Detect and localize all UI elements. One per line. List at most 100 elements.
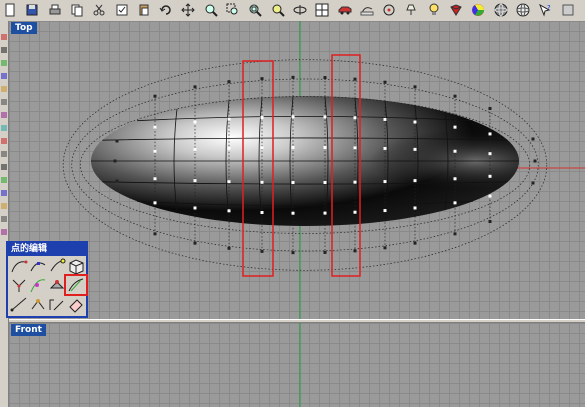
control-point[interactable]	[453, 201, 457, 205]
control-point[interactable]	[413, 206, 417, 210]
control-point[interactable]	[383, 180, 387, 184]
control-point[interactable]	[488, 152, 492, 156]
grid-snap-icon[interactable]	[381, 2, 397, 18]
control-point[interactable]	[227, 246, 231, 250]
left-tool-16-icon[interactable]	[0, 222, 8, 235]
eraser-icon[interactable]	[66, 295, 86, 313]
control-point[interactable]	[260, 180, 264, 184]
control-point[interactable]	[383, 246, 387, 250]
control-point[interactable]	[153, 125, 157, 129]
copy-icon[interactable]	[69, 2, 85, 18]
control-point[interactable]	[193, 85, 197, 89]
control-point[interactable]	[193, 147, 197, 151]
control-point[interactable]	[115, 139, 119, 143]
light-icon[interactable]	[403, 2, 419, 18]
control-point[interactable]	[383, 209, 387, 213]
control-point[interactable]	[488, 106, 492, 110]
left-tool-13-icon[interactable]	[0, 183, 8, 196]
control-point[interactable]	[193, 241, 197, 245]
left-tool-10-icon[interactable]	[0, 144, 8, 157]
pan-icon[interactable]	[180, 2, 196, 18]
line-icon[interactable]	[9, 295, 29, 313]
settings-sphere-icon[interactable]	[515, 2, 531, 18]
color-wheel-icon[interactable]	[470, 2, 486, 18]
control-point[interactable]	[413, 179, 417, 183]
new-file-icon[interactable]	[2, 2, 18, 18]
control-point[interactable]	[353, 116, 357, 120]
control-point[interactable]	[153, 177, 157, 181]
top-viewport-canvas[interactable]	[9, 21, 585, 319]
control-point[interactable]	[453, 125, 457, 129]
control-point[interactable]	[323, 250, 327, 254]
control-point[interactable]	[353, 146, 357, 150]
select-icon[interactable]	[114, 2, 130, 18]
control-point[interactable]	[291, 115, 295, 119]
control-point[interactable]	[531, 181, 535, 185]
car-icon[interactable]	[337, 2, 353, 18]
top-viewport[interactable]: Top	[9, 21, 585, 319]
handle-icon[interactable]	[47, 257, 67, 275]
control-point[interactable]	[323, 180, 327, 184]
sphere-icon[interactable]	[493, 2, 509, 18]
curve-point-icon[interactable]	[9, 257, 29, 275]
undo-icon[interactable]	[158, 2, 174, 18]
paste-icon[interactable]	[136, 2, 152, 18]
control-point[interactable]	[453, 94, 457, 98]
front-viewport-canvas[interactable]	[9, 323, 585, 407]
control-point[interactable]	[383, 80, 387, 84]
control-point[interactable]	[413, 85, 417, 89]
control-point[interactable]	[531, 137, 535, 141]
control-point[interactable]	[153, 149, 157, 153]
control-point[interactable]	[227, 117, 231, 121]
render-icon[interactable]	[448, 2, 464, 18]
zoom-selected-icon[interactable]	[270, 2, 286, 18]
control-point[interactable]	[413, 147, 417, 151]
control-point[interactable]	[193, 179, 197, 183]
control-point[interactable]	[227, 146, 231, 150]
control-point[interactable]	[260, 77, 264, 81]
control-point[interactable]	[260, 146, 264, 150]
control-point[interactable]	[153, 232, 157, 236]
control-point[interactable]	[488, 194, 492, 198]
print-icon[interactable]	[47, 2, 63, 18]
control-point[interactable]	[323, 76, 327, 80]
control-point[interactable]	[115, 179, 119, 183]
left-tool-14-icon[interactable]	[0, 196, 8, 209]
control-point[interactable]	[533, 159, 537, 163]
scale-icon[interactable]	[28, 295, 48, 313]
control-point[interactable]	[413, 241, 417, 245]
control-point[interactable]	[153, 201, 157, 205]
cut-icon[interactable]	[91, 2, 107, 18]
panel-title[interactable]: 点的编辑	[8, 243, 86, 256]
control-point[interactable]	[353, 77, 357, 81]
left-tool-15-icon[interactable]	[0, 209, 8, 222]
control-point[interactable]	[413, 120, 417, 124]
control-point[interactable]	[383, 117, 387, 121]
front-viewport[interactable]: Front	[9, 323, 585, 407]
left-tool-7-icon[interactable]	[0, 105, 8, 118]
control-point[interactable]	[260, 249, 264, 253]
control-point[interactable]	[383, 146, 387, 150]
left-tool-1-icon[interactable]	[0, 27, 8, 40]
help-icon[interactable]: ?	[537, 2, 553, 18]
move-uvn-icon[interactable]	[47, 276, 67, 294]
pull-point-icon[interactable]	[28, 276, 48, 294]
control-point[interactable]	[260, 116, 264, 120]
control-point[interactable]	[153, 94, 157, 98]
four-viewports-icon[interactable]	[314, 2, 330, 18]
control-point[interactable]	[193, 206, 197, 210]
hinge-icon[interactable]	[47, 295, 67, 313]
control-point[interactable]	[453, 149, 457, 153]
left-tool-2-icon[interactable]	[0, 40, 8, 53]
control-point[interactable]	[227, 180, 231, 184]
light-bulb-icon[interactable]	[426, 2, 442, 18]
left-tool-9-icon[interactable]	[0, 131, 8, 144]
control-point[interactable]	[453, 232, 457, 236]
left-tool-8-icon[interactable]	[0, 118, 8, 131]
sketch-icon[interactable]	[359, 2, 375, 18]
control-point[interactable]	[291, 145, 295, 149]
extra-icon[interactable]	[560, 2, 576, 18]
edit-curve-icon[interactable]	[28, 257, 48, 275]
left-tool-11-icon[interactable]	[0, 157, 8, 170]
control-point[interactable]	[227, 209, 231, 213]
